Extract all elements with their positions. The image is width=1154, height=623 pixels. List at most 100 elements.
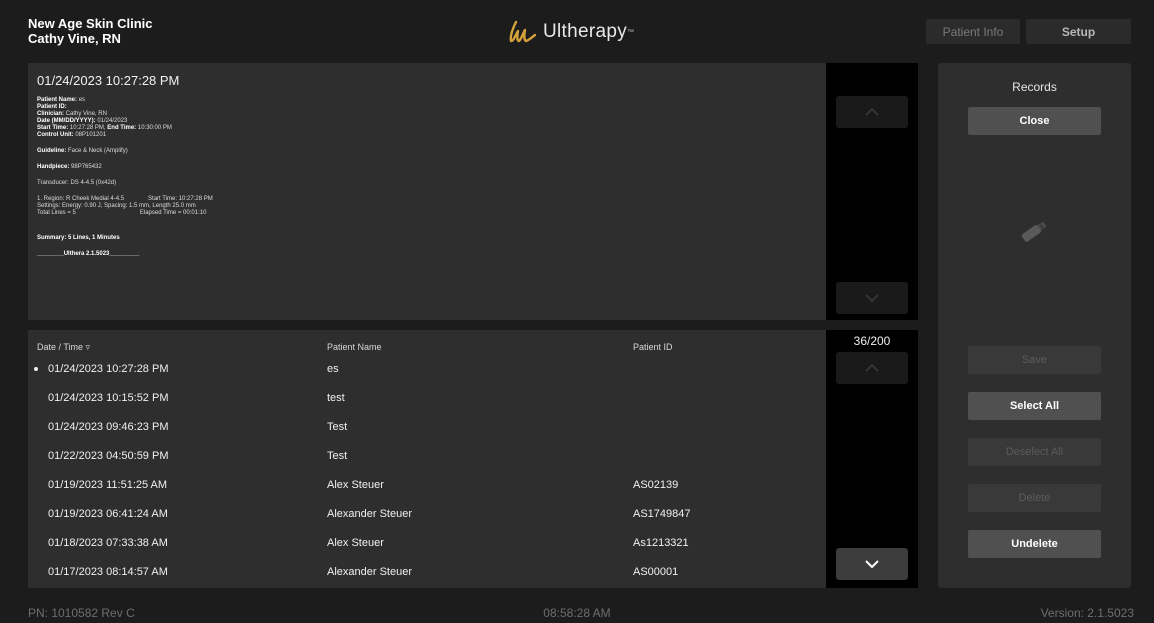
record-totals-line: Total Lines = 5 Elapsed Time = 00:01:10 <box>37 210 213 217</box>
close-button[interactable]: Close <box>968 107 1101 135</box>
table-row[interactable]: 01/19/2023 11:51:25 AM Alex Steuer AS021… <box>28 476 826 505</box>
row-patient-name: es <box>327 363 339 375</box>
row-date: 01/24/2023 10:15:52 PM <box>48 392 169 404</box>
tab-setup[interactable]: Setup <box>1026 19 1131 44</box>
record-scroll-down-button[interactable] <box>836 282 908 314</box>
list-scroll-up-button[interactable] <box>836 352 908 384</box>
record-handpiece: 98P765432 <box>71 164 102 170</box>
table-row[interactable]: 01/18/2023 07:33:38 AM Alex Steuer As121… <box>28 534 826 563</box>
record-date: 01/24/2023 <box>97 118 128 124</box>
record-clinician-label: Clinician: <box>37 111 65 117</box>
logo-text: Ultherapy <box>543 21 628 42</box>
record-scroll-up-button[interactable] <box>836 96 908 128</box>
clock: 08:58:28 AM <box>543 606 611 620</box>
column-header-patient-name[interactable]: Patient Name <box>327 342 382 352</box>
record-signature: ________Ulthera 2.1.5023_________ <box>37 251 213 258</box>
tab-patient-info[interactable]: Patient Info <box>926 19 1020 44</box>
row-patient-name: Test <box>327 450 348 462</box>
table-row[interactable]: 01/22/2023 04:50:59 PM Test <box>28 447 826 476</box>
column-header-patient-id[interactable]: Patient ID <box>633 342 673 352</box>
record-region: 1. Region: R Cheek Medial 4-4.5 <box>37 196 125 202</box>
ultherapy-logo-mark-icon <box>509 20 537 43</box>
record-detail-panel: 01/24/2023 10:27:28 PM Patient Name: es … <box>28 63 826 320</box>
table-row[interactable]: 01/17/2023 08:14:57 AM Alexander Steuer … <box>28 563 826 592</box>
delete-button[interactable]: Delete <box>968 484 1101 512</box>
record-elapsed: Elapsed Time = 00:01:10 <box>139 210 207 216</box>
record-summary-text: Summary: 5 Lines, 1 Minutes <box>37 235 120 241</box>
row-patient-name: Alex Steuer <box>327 537 384 549</box>
row-date: 01/18/2023 07:33:38 AM <box>48 537 168 549</box>
clinic-name: New Age Skin Clinic <box>28 16 153 31</box>
usb-drive-icon <box>1021 221 1047 242</box>
select-all-button[interactable]: Select All <box>968 392 1101 420</box>
trademark-mark: ™ <box>627 28 635 36</box>
record-guideline: Face & Neck (Amplify) <box>68 148 128 154</box>
row-patient-name: Alex Steuer <box>327 479 384 491</box>
list-scrollbar: 36/200 <box>826 330 918 588</box>
record-patient-name-line: Patient Name: es <box>37 97 213 104</box>
record-scrollbar <box>826 63 918 320</box>
record-end-time: 10:30:00 PM <box>137 125 172 131</box>
record-clinician: Cathy Vine, RN <box>65 111 107 117</box>
record-handpiece-label: Handpiece: <box>37 164 70 170</box>
chevron-up-icon <box>865 108 879 116</box>
record-list-panel: Date / Time ▿ Patient Name Patient ID 01… <box>28 330 826 588</box>
clinic-header: New Age Skin Clinic Cathy Vine, RN <box>28 16 153 46</box>
record-region-line: 1. Region: R Cheek Medial 4-4.5 Start Tim… <box>37 196 213 203</box>
selected-bullet-icon <box>34 367 38 371</box>
record-settings: Settings: Energy: 0.90 J, Spacing: 1.5 m… <box>37 203 196 209</box>
record-handpiece-line: Handpiece: 98P765432 <box>37 164 213 171</box>
record-guideline-label: Guideline: <box>37 148 67 154</box>
row-date: 01/19/2023 11:51:25 AM <box>48 479 168 491</box>
record-start-time: 10:27:28 PM, <box>69 125 106 131</box>
table-row[interactable]: 01/24/2023 09:46:23 PM Test <box>28 418 826 447</box>
row-patient-name: Test <box>327 421 348 433</box>
record-control-unit-label: Control Unit: <box>37 132 74 138</box>
row-patient-id: AS1749847 <box>633 508 691 520</box>
record-signature-text: ________Ulthera 2.1.5023_________ <box>37 251 140 257</box>
row-patient-name: Alexander Steuer <box>327 508 412 520</box>
record-count: 36/200 <box>853 334 891 348</box>
record-date-label: Date (MM/DD/YYYY): <box>37 118 96 124</box>
row-date: 01/17/2023 08:14:57 AM <box>48 566 168 578</box>
record-control-unit-line: Control Unit: 08P101201 <box>37 132 213 139</box>
records-title: Records <box>1012 80 1057 94</box>
record-end-label: End Time: <box>107 125 137 131</box>
row-date: 01/19/2023 06:41:24 AM <box>48 508 168 520</box>
row-patient-id: AS02139 <box>633 479 679 491</box>
chevron-up-icon <box>865 364 879 372</box>
record-patient-name-label: Patient Name: <box>37 97 78 103</box>
record-details: Patient Name: es Patient ID: Clinician: … <box>37 97 213 258</box>
chevron-down-icon <box>865 560 879 568</box>
record-patient-id-label: Patient ID: <box>37 104 67 110</box>
record-guideline-line: Guideline: Face & Neck (Amplify) <box>37 148 213 155</box>
ultherapy-logo: Ultherapy ™ <box>508 18 634 46</box>
clinician-name: Cathy Vine, RN <box>28 31 121 46</box>
record-total-lines: Total Lines = 5 <box>37 210 76 216</box>
record-clinician-line: Clinician: Cathy Vine, RN <box>37 111 213 118</box>
save-button[interactable]: Save <box>968 346 1101 374</box>
list-scroll-down-button[interactable] <box>836 548 908 580</box>
row-date: 01/24/2023 10:27:28 PM <box>48 363 169 375</box>
record-date-line: Date (MM/DD/YYYY): 01/24/2023 <box>37 118 213 125</box>
table-row[interactable]: 01/24/2023 10:15:52 PM test <box>28 389 826 418</box>
column-header-date[interactable]: Date / Time ▿ <box>37 342 90 353</box>
chevron-down-icon <box>865 294 879 302</box>
record-patient-id-line: Patient ID: <box>37 104 213 111</box>
record-patient-name: es <box>78 97 86 103</box>
table-row[interactable]: 01/19/2023 06:41:24 AM Alexander Steuer … <box>28 505 826 534</box>
version: Version: 2.1.5023 <box>1040 606 1134 620</box>
row-patient-name: test <box>327 392 345 404</box>
table-row[interactable]: 01/24/2023 10:27:28 PM es <box>28 360 826 389</box>
record-timestamp: 01/24/2023 10:27:28 PM <box>37 73 180 88</box>
row-patient-name: Alexander Steuer <box>327 566 412 578</box>
records-side-panel: Records Close Save Select All Deselect A… <box>938 63 1131 588</box>
record-time-line: Start Time: 10:27:28 PM, End Time: 10:30… <box>37 125 213 132</box>
record-control-unit: 08P101201 <box>75 132 107 138</box>
row-date: 01/22/2023 04:50:59 PM <box>48 450 169 462</box>
row-patient-id: As1213321 <box>633 537 689 549</box>
deselect-all-button[interactable]: Deselect All <box>968 438 1101 466</box>
record-region-start: Start Time: 10:27:28 PM <box>148 196 213 202</box>
row-date: 01/24/2023 09:46:23 PM <box>48 421 169 433</box>
undelete-button[interactable]: Undelete <box>968 530 1101 558</box>
